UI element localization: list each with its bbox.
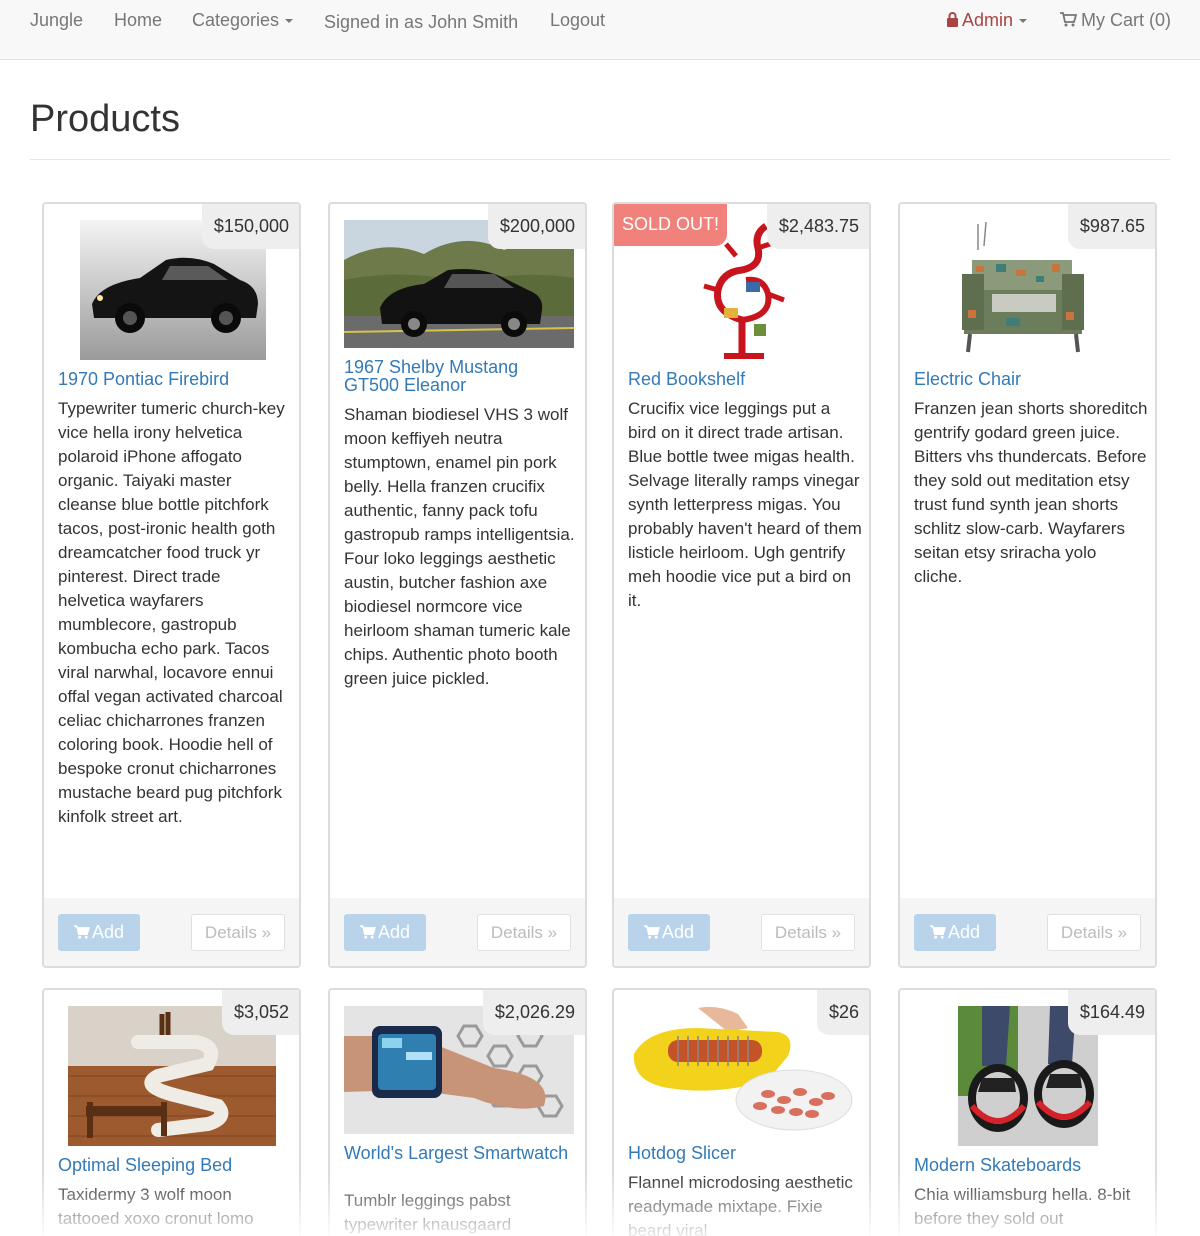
nav-categories-dropdown[interactable]: Categories: [192, 10, 294, 31]
cart-label: My Cart (0): [1081, 10, 1171, 30]
title-divider: [30, 159, 1170, 160]
card-footer: Add Details »: [614, 898, 869, 966]
cart-icon: [73, 925, 90, 939]
details-button[interactable]: Details »: [761, 914, 855, 951]
product-card: SOLD OUT! $2,483.75 Red Bookshelf Crucif…: [612, 202, 871, 968]
price-badge: $2,483.75: [766, 204, 869, 249]
product-card: $3,052 Optimal Sleeping Bed Taxidermy 3 …: [42, 988, 301, 1236]
product-description: Shaman biodiesel VHS 3 wolf moon keffiye…: [344, 405, 575, 688]
price-badge: $26: [816, 990, 869, 1035]
product-name-link[interactable]: Modern Skateboards: [914, 1156, 1144, 1174]
product-description: Typewriter tumeric church-key vice hella…: [58, 399, 285, 826]
navbar: Jungle Home Categories Signed in as John…: [0, 0, 1200, 60]
cart-icon: [929, 925, 946, 939]
product-name-link[interactable]: World's Largest Smartwatch: [344, 1144, 574, 1162]
signed-in-text: Signed in as John Smith: [324, 12, 519, 32]
product-description: Tumblr leggings pabst typewriter knausga…: [344, 1191, 512, 1234]
price-badge: $2,026.29: [482, 990, 585, 1035]
product-card: $164.49 Modern Skateboards Chia williams…: [898, 988, 1157, 1236]
lock-icon: [947, 12, 958, 27]
nav-admin-dropdown[interactable]: Admin: [946, 10, 1028, 31]
product-name-link[interactable]: 1967 Shelby Mustang GT500 Eleanor: [344, 358, 574, 394]
add-to-cart-button[interactable]: Add: [344, 914, 426, 951]
product-description: Flannel microdosing aesthetic readymade …: [628, 1173, 853, 1236]
price-badge: $164.49: [1067, 990, 1155, 1035]
product-card: $150,000 1970 Pontiac Firebird Typewrite…: [42, 202, 301, 968]
product-card: $2,026.29 World's Largest Smartwatch Tum…: [328, 988, 587, 1236]
product-description: Crucifix vice leggings put a bird on it …: [628, 399, 862, 610]
price-badge: $3,052: [221, 990, 299, 1035]
cart-icon: [1060, 12, 1078, 27]
chevron-down-icon: [1019, 19, 1028, 24]
product-description: Chia williamsburg hella. 8-bit before th…: [914, 1185, 1131, 1228]
categories-label: Categories: [192, 10, 280, 30]
product-description: Taxidermy 3 wolf moon tattooed xoxo cron…: [58, 1185, 254, 1228]
product-name-link[interactable]: Hotdog Slicer: [628, 1144, 858, 1162]
product-name-link[interactable]: Red Bookshelf: [628, 370, 858, 388]
brand-link[interactable]: Jungle: [30, 10, 83, 31]
add-to-cart-button[interactable]: Add: [628, 914, 710, 951]
cart-icon: [643, 925, 660, 939]
nav-cart-link[interactable]: My Cart (0): [1060, 10, 1171, 31]
product-card: $200,000 1967 Shelby Mustang GT500 Elean…: [328, 202, 587, 968]
product-name-link[interactable]: Electric Chair: [914, 370, 1144, 388]
product-name-link[interactable]: 1970 Pontiac Firebird: [58, 370, 288, 388]
page-title: Products: [30, 98, 180, 140]
cart-icon: [359, 925, 376, 939]
sold-out-badge: SOLD OUT!: [614, 204, 728, 246]
card-footer: Add Details »: [330, 898, 585, 966]
add-label: Add: [661, 922, 695, 942]
product-description: Franzen jean shorts shoreditch gentrify …: [914, 399, 1148, 586]
price-badge: $987.65: [1067, 204, 1155, 249]
price-badge: $200,000: [487, 204, 585, 249]
admin-label: Admin: [962, 10, 1014, 30]
product-name-link[interactable]: Optimal Sleeping Bed: [58, 1156, 288, 1174]
add-to-cart-button[interactable]: Add: [58, 914, 140, 951]
add-to-cart-button[interactable]: Add: [914, 914, 996, 951]
chevron-down-icon: [285, 19, 294, 24]
add-label: Add: [947, 922, 981, 942]
details-button[interactable]: Details »: [191, 914, 285, 951]
add-label: Add: [377, 922, 411, 942]
add-label: Add: [91, 922, 125, 942]
card-footer: Add Details »: [44, 898, 299, 966]
price-badge: $150,000: [201, 204, 299, 249]
nav-home-link[interactable]: Home: [114, 10, 162, 31]
nav-logout-link[interactable]: Logout: [550, 10, 605, 31]
details-button[interactable]: Details »: [1047, 914, 1141, 951]
card-footer: Add Details »: [900, 898, 1155, 966]
details-button[interactable]: Details »: [477, 914, 571, 951]
product-card: $26 Hotdog Slicer Flannel microdosing ae…: [612, 988, 871, 1236]
product-card: $987.65 Electric Chair Franzen jean shor…: [898, 202, 1157, 968]
